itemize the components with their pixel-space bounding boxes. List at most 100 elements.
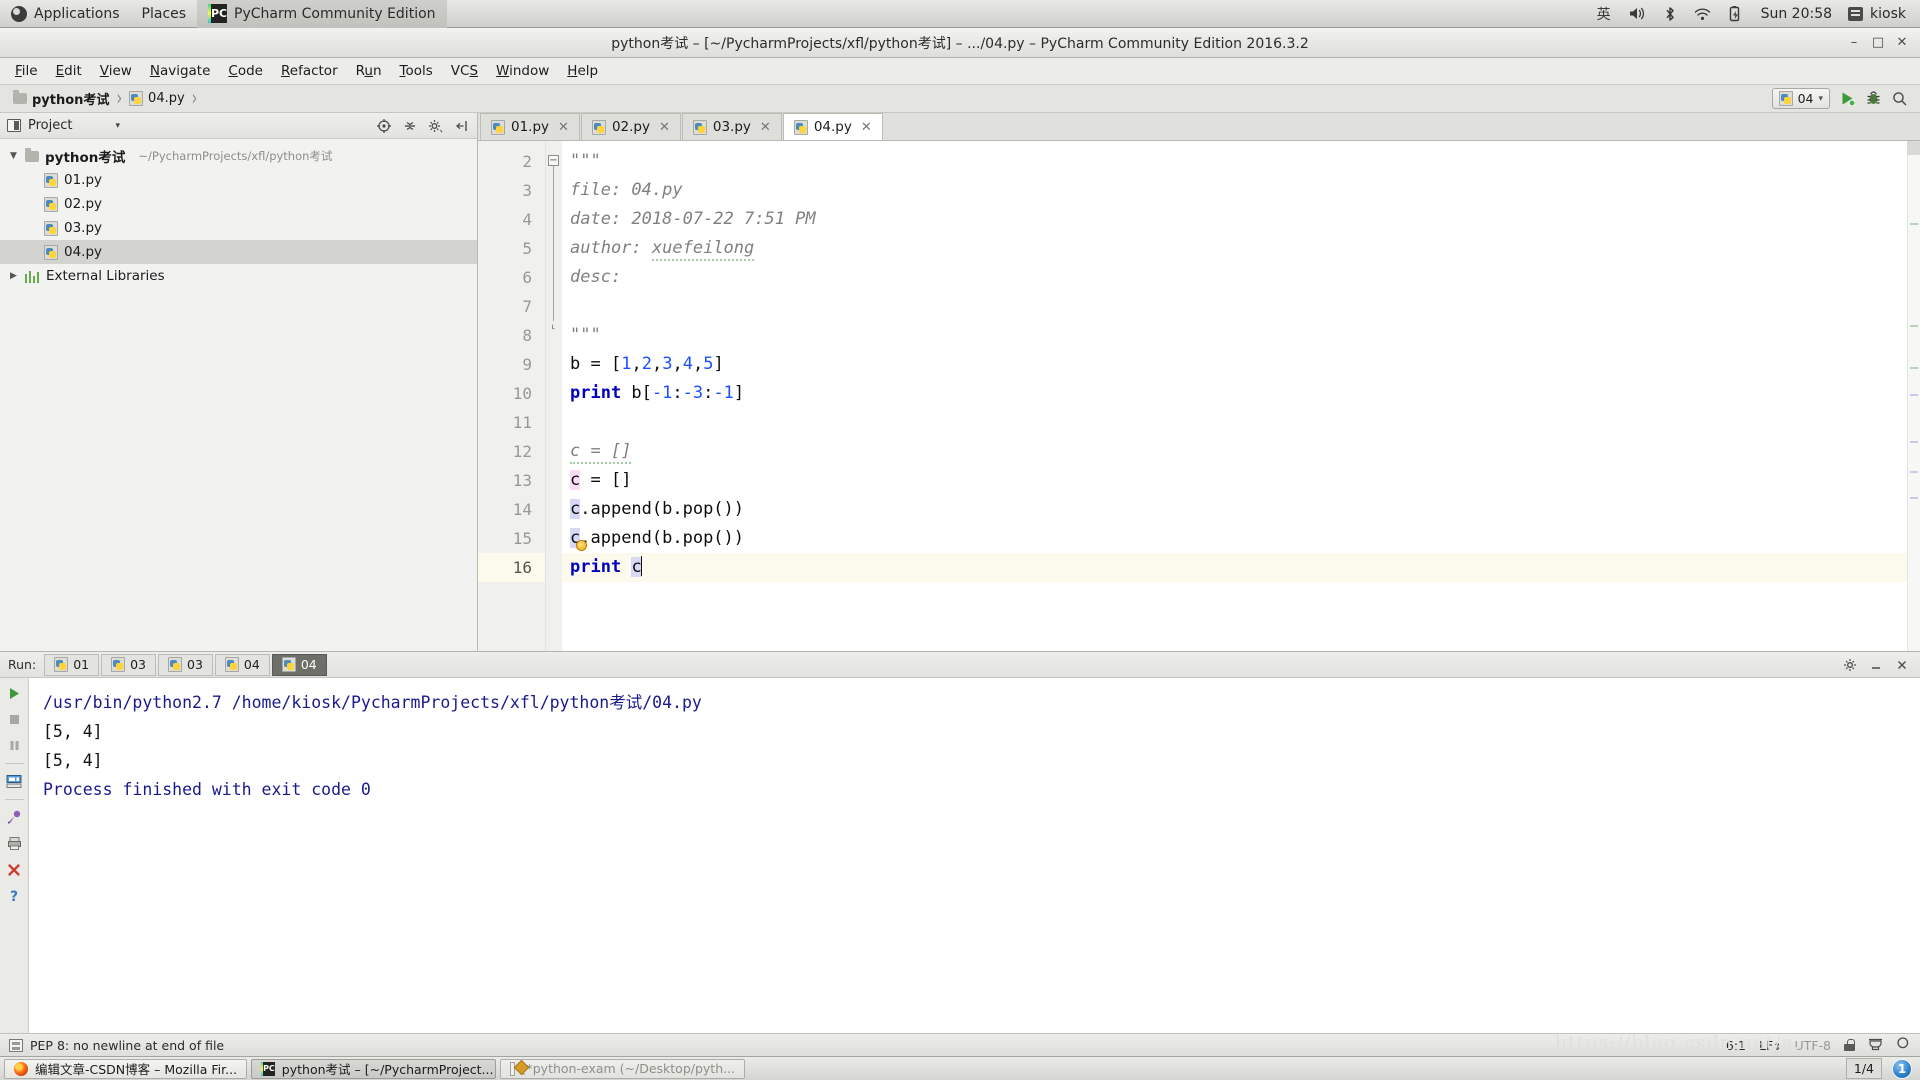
print-icon[interactable] [4,833,25,854]
run-console-output[interactable]: /usr/bin/python2.7 /home/kiosk/PycharmPr… [29,678,1920,1033]
taskbar-button-firefox[interactable]: 编辑文章-CSDN博客 – Mozilla Fir... [4,1058,248,1079]
close-icon[interactable]: ✕ [659,120,670,135]
close-icon[interactable]: ✕ [861,120,872,135]
active-application-menu[interactable]: PC PyCharm Community Edition [197,0,447,28]
taskbar-button-gedit[interactable]: [*python-exam (~/Desktop/pyth... [500,1058,746,1079]
run-tab-04-active[interactable]: 04 [271,653,327,676]
target-icon[interactable] [375,117,392,134]
tree-collapse-triangle-icon[interactable]: ▶ [8,271,19,281]
fold-collapse-icon[interactable]: − [548,155,559,166]
code-editor[interactable]: 2 3 4 5 6 7 8 9 10 11 12 13 14 15 16 − ˪… [478,141,1920,651]
menu-window[interactable]: Window [487,60,558,82]
maximize-button[interactable]: □ [1867,33,1889,53]
run-configuration-selector[interactable]: 04 ▾ [1771,88,1830,109]
run-tab-03-a[interactable]: 03 [101,653,156,676]
editor-tab-03py[interactable]: 03.py ✕ [681,113,782,140]
menu-code[interactable]: Code [219,60,272,82]
clock[interactable]: Sun 20:58 [1761,6,1832,22]
editor-tab-02py[interactable]: 02.py ✕ [580,113,681,140]
notification-badge[interactable]: 1 [1892,1058,1912,1079]
console-icon[interactable] [4,771,25,792]
code-line[interactable] [562,292,1920,321]
editor-tab-01py[interactable]: 01.py ✕ [480,113,580,140]
help-icon[interactable]: ? [4,885,25,906]
inspection-status-stripe[interactable] [1907,141,1920,155]
run-tab-04-a[interactable]: 04 [214,653,270,676]
menu-file[interactable]: File [6,60,47,82]
identifier-read-usage[interactable]: c [570,499,581,519]
run-tab-03-b[interactable]: 03 [158,653,213,676]
ime-indicator[interactable]: 英 [1597,4,1611,24]
close-button[interactable]: ✕ [1891,33,1913,53]
lock-icon[interactable] [1844,1039,1855,1051]
project-panel-chevron-down-icon[interactable]: ▾ [115,121,120,131]
inspection-icon[interactable] [9,1038,23,1052]
menu-help[interactable]: Help [558,60,607,82]
gear-icon[interactable] [427,117,444,134]
code-line[interactable]: c.append(b.pop()) [562,524,1920,553]
menu-navigate[interactable]: Navigate [141,60,220,82]
editor-marker-scrollbar[interactable] [1907,141,1920,651]
rerun-icon[interactable] [4,683,25,704]
bluetooth-icon[interactable] [1664,6,1676,22]
anvil-icon[interactable] [1868,1037,1883,1054]
code-line-current[interactable]: print c [562,553,1920,582]
stop-icon[interactable] [4,709,25,730]
run-tab-01[interactable]: 01 [44,653,100,676]
code-line[interactable]: author: xuefeilong [562,234,1920,263]
close-icon[interactable] [4,859,25,880]
spellcheck-word[interactable]: xuefeilong [651,238,755,261]
tree-node-02py[interactable]: 02.py [0,192,477,216]
menu-tools[interactable]: Tools [391,60,442,82]
code-folding-gutter[interactable]: − ˪ [546,141,562,651]
menu-refactor[interactable]: Refactor [272,60,347,82]
caret-position[interactable]: 6:1 [1726,1038,1746,1053]
collapse-all-icon[interactable] [401,117,418,134]
tree-node-01py[interactable]: 01.py [0,168,477,192]
breadcrumb-project[interactable]: python考试 [9,89,113,108]
user-menu[interactable]: kiosk [1842,6,1920,22]
gear-icon[interactable] [1841,656,1858,673]
editor-tab-04py[interactable]: 04.py ✕ [782,113,883,140]
wifi-icon[interactable] [1694,7,1711,21]
minimize-button[interactable]: – [1843,33,1865,53]
code-line[interactable]: """ [562,321,1920,350]
close-icon[interactable]: ✕ [760,120,771,135]
volume-icon[interactable] [1629,6,1646,21]
intention-bulb-icon[interactable] [576,540,587,551]
debug-icon[interactable] [1865,90,1882,107]
tree-node-project-root[interactable]: ▼ python考试 ~/PycharmProjects/xfl/python考… [0,144,477,168]
breadcrumb-file[interactable]: 04.py [125,91,189,106]
hide-panel-icon[interactable] [453,117,470,134]
search-icon[interactable] [1891,90,1908,107]
menu-run[interactable]: Run [347,60,391,82]
code-line[interactable]: b = [1,2,3,4,5] [562,350,1920,379]
tree-node-external-libraries[interactable]: ▶ External Libraries [0,264,477,288]
pause-icon[interactable] [4,735,25,756]
tree-expand-triangle-icon[interactable]: ▼ [8,151,19,161]
applications-menu[interactable]: Applications [0,0,131,28]
code-line[interactable]: file: 04.py [562,176,1920,205]
code-line[interactable] [562,408,1920,437]
code-line[interactable]: c.append(b.pop()) [562,495,1920,524]
code-line[interactable]: c = [] [562,466,1920,495]
file-encoding[interactable]: UTF-8 [1795,1038,1831,1053]
minimize-icon[interactable] [1867,656,1884,673]
close-icon[interactable]: ✕ [558,120,569,135]
fold-end-icon[interactable]: ˪ [548,321,559,332]
search-icon[interactable] [1896,1036,1911,1054]
identifier-write-usage[interactable]: c [570,470,581,490]
tree-node-04py[interactable]: 04.py [0,240,477,264]
menu-vcs[interactable]: VCS [442,60,487,82]
workspace-indicator[interactable]: 1/4 [1845,1058,1882,1079]
code-text-area[interactable]: """ file: 04.py date: 2018-07-22 7:51 PM… [562,141,1920,651]
menu-edit[interactable]: Edit [47,60,91,82]
places-menu[interactable]: Places [131,0,198,28]
soft-wrap-icon[interactable] [4,807,25,828]
menu-view[interactable]: View [91,60,141,82]
taskbar-button-pycharm[interactable]: PC python考试 – [~/PycharmProject... [251,1058,497,1079]
close-icon[interactable] [1893,656,1910,673]
run-icon[interactable] [1839,90,1856,107]
code-line[interactable]: print b[-1:-3:-1] [562,379,1920,408]
line-separator[interactable]: LF⇕ [1759,1038,1782,1053]
